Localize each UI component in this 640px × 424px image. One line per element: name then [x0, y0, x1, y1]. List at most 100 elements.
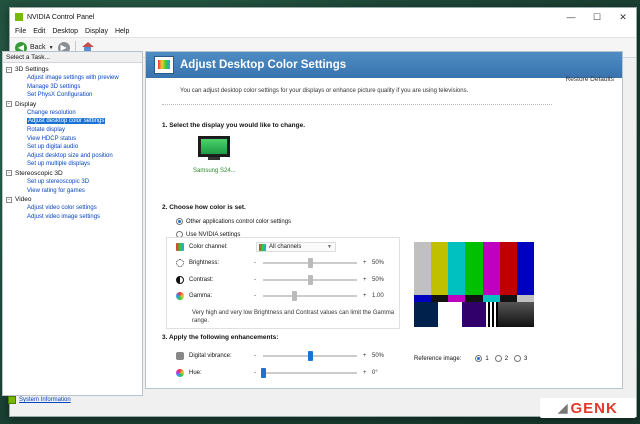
vibrance-minus: -: [254, 353, 256, 359]
task-item[interactable]: Set up stereoscopic 3D: [3, 178, 142, 187]
back-button-label[interactable]: Back: [30, 44, 46, 51]
section-3-heading: 3. Apply the following enhancements:: [162, 334, 279, 341]
hue-plus: +: [363, 370, 367, 376]
restore-defaults-link[interactable]: Restore Defaults: [566, 76, 614, 83]
contrast-minus: -: [254, 277, 256, 283]
task-item[interactable]: View HDCP status: [3, 135, 142, 144]
category-display[interactable]: − Display: [3, 100, 142, 109]
section-2-heading: 2. Choose how color is set.: [162, 204, 246, 211]
vibrance-row: Digital vibrance:: [176, 351, 243, 361]
minimize-button[interactable]: —: [558, 8, 584, 26]
category-3d-settings[interactable]: −3D Settings: [3, 65, 142, 74]
task-item[interactable]: Adjust desktop size and position: [3, 152, 142, 161]
hue-row: Hue:: [176, 368, 243, 378]
gamma-row: Gamma:: [176, 291, 243, 301]
system-info-icon[interactable]: [8, 396, 16, 404]
contrast-plus: +: [363, 277, 367, 283]
task-item[interactable]: Set up digital audio: [3, 143, 142, 152]
close-button[interactable]: ✕: [610, 8, 636, 26]
task-item[interactable]: Adjust video color settings: [3, 204, 142, 213]
slider-thumb[interactable]: [307, 275, 313, 285]
vibrance-value: 50%: [372, 353, 385, 359]
vibrance-slider[interactable]: [263, 351, 357, 361]
section-divider: [162, 104, 552, 105]
menu-help[interactable]: Help: [113, 28, 134, 35]
brightness-slider[interactable]: [263, 258, 357, 268]
gamma-plus: +: [363, 293, 367, 299]
task-tree: −3D Settings Adjust image settings with …: [3, 63, 142, 221]
brightness-value: 50%: [372, 260, 385, 266]
hue-slider[interactable]: [260, 368, 357, 378]
color-settings-icon: [154, 56, 174, 74]
brightness-row: Brightness:: [176, 258, 243, 268]
collapse-icon[interactable]: −: [6, 196, 12, 203]
contrast-icon: [176, 276, 184, 284]
menu-display[interactable]: Display: [83, 28, 113, 35]
color-channel-icon: [176, 243, 184, 251]
reference-option-1[interactable]: 1: [475, 355, 489, 362]
menu-bar: File Edit Desktop Display Help: [10, 26, 636, 38]
task-panel: Select a Task... −3D Settings Adjust ima…: [2, 51, 143, 396]
contrast-slider[interactable]: [263, 275, 357, 285]
slider-thumb[interactable]: [307, 258, 313, 268]
collapse-icon[interactable]: −: [6, 66, 12, 73]
brightness-minus: -: [254, 260, 256, 266]
brightness-plus: +: [363, 260, 367, 266]
radio-button-icon[interactable]: [176, 218, 183, 225]
radio-button-icon[interactable]: [514, 355, 522, 362]
reference-image: [414, 242, 534, 341]
task-item[interactable]: Rotate display: [3, 126, 142, 135]
sun-icon: [176, 259, 184, 267]
task-panel-heading: Select a Task...: [3, 52, 142, 63]
back-dropdown-icon[interactable]: ▼: [49, 45, 54, 51]
menu-desktop[interactable]: Desktop: [50, 28, 83, 35]
vibrance-icon: [176, 352, 184, 360]
gamma-minus: -: [254, 293, 256, 299]
task-item[interactable]: View rating for games: [3, 187, 142, 196]
color-channel-row: Color channel:: [176, 242, 243, 252]
task-item-selected[interactable]: Adjust desktop color settings: [3, 117, 142, 126]
title-bar: NVIDIA Control Panel — ☐ ✕: [10, 8, 636, 26]
reference-image-selector: Reference image: 1 2 3: [414, 355, 528, 362]
hue-value: 0°: [372, 370, 378, 376]
slider-thumb[interactable]: [291, 291, 297, 301]
display-monitor-icon[interactable]: [198, 136, 230, 162]
radio-button-icon[interactable]: [475, 355, 483, 362]
page-banner: Adjust Desktop Color Settings: [146, 52, 622, 78]
gamma-value: 1.00: [372, 293, 384, 299]
task-item[interactable]: Set up multiple displays: [3, 160, 142, 169]
menu-file[interactable]: File: [13, 28, 31, 35]
hue-icon: [176, 369, 184, 377]
collapse-icon[interactable]: −: [6, 170, 12, 177]
section-1-heading: 1. Select the display you would like to …: [162, 122, 306, 129]
status-bar: System Information: [2, 392, 622, 408]
display-name[interactable]: Samsung S24...: [193, 168, 236, 174]
maximize-button[interactable]: ☐: [584, 8, 610, 26]
hue-minus: -: [254, 370, 256, 376]
task-item[interactable]: Adjust video image settings: [3, 213, 142, 222]
content-panel: Adjust Desktop Color Settings Restore De…: [145, 51, 623, 389]
contrast-row: Contrast:: [176, 275, 243, 285]
system-information-link[interactable]: System Information: [19, 397, 71, 403]
menu-edit[interactable]: Edit: [31, 28, 50, 35]
chevron-down-icon: ▼: [327, 244, 332, 250]
task-item[interactable]: Set PhysX Configuration: [3, 91, 142, 100]
task-item[interactable]: Adjust image settings with preview: [3, 74, 142, 83]
reference-option-3[interactable]: 3: [514, 355, 527, 362]
page-description: You can adjust desktop color settings fo…: [180, 88, 469, 94]
task-item[interactable]: Manage 3D settings: [3, 83, 142, 92]
color-channel-select[interactable]: All channels ▼: [256, 242, 336, 252]
slider-thumb[interactable]: [260, 368, 266, 378]
radio-button-icon[interactable]: [494, 355, 502, 362]
gamma-icon: [176, 292, 184, 300]
window-title: NVIDIA Control Panel: [27, 13, 95, 21]
radio-other-apps[interactable]: Other applications control color setting…: [176, 218, 291, 225]
gamma-slider[interactable]: [263, 291, 357, 301]
category-video[interactable]: − Video: [3, 195, 142, 204]
slider-thumb[interactable]: [307, 351, 313, 361]
rgb-icon: [259, 243, 266, 251]
collapse-icon[interactable]: −: [6, 101, 12, 108]
task-item[interactable]: Change resolution: [3, 109, 142, 118]
category-stereoscopic-3d[interactable]: − Stereoscopic 3D: [3, 169, 142, 178]
reference-option-2[interactable]: 2: [494, 355, 508, 362]
